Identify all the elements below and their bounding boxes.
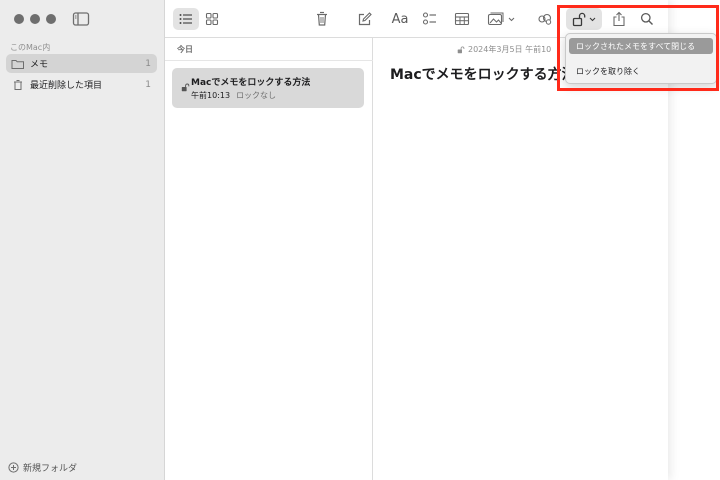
zoom-window-button[interactable] [46,14,56,24]
note-date: 2024年3月5日 午前10 [457,44,551,55]
sidebar-item-label: メモ [30,60,49,70]
compose-icon [357,11,372,27]
note-title: Macでメモをロックする方法 [191,78,311,88]
new-folder-button[interactable]: 新規フォルダ [8,461,77,474]
delete-button[interactable] [312,8,332,30]
table-icon [454,12,470,26]
chevron-down-icon [508,17,515,22]
notes-list: 今日 Macでメモをロックする方法 午前10:13 ロックなし [165,38,373,480]
media-icon [487,12,505,27]
format-icon: Aa [391,11,409,27]
sidebar-item-notes[interactable]: メモ 1 [6,54,157,73]
window-controls [14,14,56,24]
note-meta: 午前10:13 ロックなし [191,90,276,101]
sidebar-item-label: 最近削除した項目 [30,81,103,91]
gallery-view-icon [205,12,219,26]
note-status: ロックなし [236,91,277,100]
group-header: 今日 [177,45,193,54]
note-editor[interactable]: 2024年3月5日 午前10 Macでメモをロックする方法 [373,38,668,480]
sidebar-item-count: 1 [145,79,151,90]
checklist-button[interactable] [420,8,440,30]
add-circle-icon [8,462,19,473]
note-time: 午前10:13 [191,91,231,100]
trash-icon [315,11,329,27]
collaborate-button[interactable] [535,8,555,30]
note-heading[interactable]: Macでメモをロックする方法 [390,64,576,84]
list-view-button[interactable] [173,8,199,30]
trash-icon [11,79,25,91]
collaborate-icon [537,12,553,26]
format-button[interactable]: Aa [389,8,411,30]
gallery-view-button[interactable] [201,8,223,30]
sidebar: このMac内 メモ 1 最近削除した項目 1 新規フォルダ [0,0,165,480]
note-date-text: 2024年3月5日 午前10 [468,45,552,54]
close-window-button[interactable] [14,14,24,24]
folder-icon [11,58,25,70]
list-view-icon [178,12,194,26]
divider [165,60,373,61]
highlight-box [557,5,719,91]
unlocked-icon [181,77,190,92]
media-button[interactable] [483,8,519,30]
sidebar-item-recently-deleted[interactable]: 最近削除した項目 1 [6,75,157,94]
minimize-window-button[interactable] [30,14,40,24]
compose-button[interactable] [354,8,374,30]
sidebar-item-count: 1 [145,58,151,69]
sidebar-section-label: このMac内 [10,43,51,52]
unlocked-icon [457,46,465,54]
sidebar-toggle-icon[interactable] [72,11,90,27]
note-list-item[interactable]: Macでメモをロックする方法 午前10:13 ロックなし [172,68,364,108]
table-button[interactable] [451,8,473,30]
new-folder-label: 新規フォルダ [23,464,78,474]
checklist-icon [422,11,438,27]
